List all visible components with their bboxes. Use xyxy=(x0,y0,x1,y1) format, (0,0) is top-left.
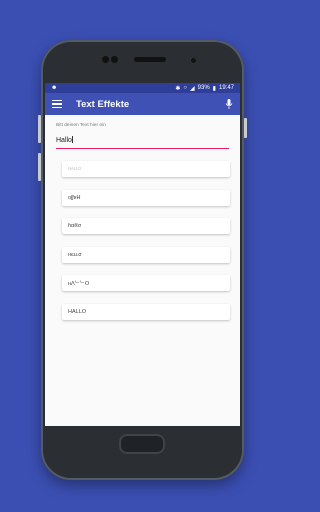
text-cursor xyxy=(72,136,74,143)
front-sensor xyxy=(111,56,118,63)
page-title: Text Effekte xyxy=(76,98,130,110)
input-label: Bitt deinen Text hier ein xyxy=(56,123,106,128)
effect-card[interactable]: oʃʃɐH xyxy=(62,189,230,206)
text-input-value: Hallo xyxy=(56,137,72,144)
phone-frame: ☻ ✱ ○ ◢ 93% ▮ 19:47 Text Effekte Bitt de… xyxy=(38,40,247,480)
effect-card[interactable]: HALLO xyxy=(62,303,230,320)
effect-text: ʜєʟʟσ xyxy=(68,251,82,258)
effect-text: oʃʃɐH xyxy=(68,194,81,201)
volume-button-lower xyxy=(38,153,41,181)
effect-text: ʜΛᄂᄂO xyxy=(68,281,90,287)
menu-icon[interactable] xyxy=(52,100,62,108)
effect-text: ɦαℓℓσ xyxy=(68,223,82,229)
earpiece-speaker xyxy=(134,57,166,62)
effect-text: ʜᴀʟʟᴏ xyxy=(68,166,82,172)
effect-card[interactable]: ʜєʟʟσ xyxy=(62,246,230,263)
effect-text: HALLO xyxy=(68,308,87,315)
android-icon: ☻ xyxy=(51,85,58,91)
effect-card[interactable]: ʜΛᄂᄂO xyxy=(62,275,230,291)
mic-icon[interactable] xyxy=(225,99,233,109)
front-sensor xyxy=(102,56,109,63)
front-camera xyxy=(189,56,198,65)
bluetooth-icon: ✱ xyxy=(175,85,181,92)
wifi-icon: ○ xyxy=(183,85,188,91)
signal-icon: ◢ xyxy=(190,85,195,92)
power-button xyxy=(244,118,247,138)
app-screen: ☻ ✱ ○ ◢ 93% ▮ 19:47 Text Effekte Bitt de… xyxy=(45,83,240,426)
text-input[interactable]: Hallo xyxy=(56,136,229,149)
battery-text: 93% xyxy=(197,85,210,91)
app-bar: Text Effekte xyxy=(45,93,240,115)
volume-button xyxy=(38,115,41,143)
effect-card[interactable]: ʜᴀʟʟᴏ xyxy=(62,161,230,177)
main-content: Bitt deinen Text hier ein Hallo ʜᴀʟʟᴏ oʃ… xyxy=(45,123,240,320)
status-bar: ☻ ✱ ○ ◢ 93% ▮ 19:47 xyxy=(45,83,240,93)
effect-card[interactable]: ɦαℓℓσ xyxy=(62,218,230,234)
clock: 19:47 xyxy=(218,85,234,91)
battery-icon: ▮ xyxy=(212,85,216,92)
effects-list: ʜᴀʟʟᴏ oʃʃɐH ɦαℓℓσ ʜєʟʟσ ʜΛᄂᄂO HALLO xyxy=(56,161,230,320)
home-button[interactable] xyxy=(119,434,165,454)
